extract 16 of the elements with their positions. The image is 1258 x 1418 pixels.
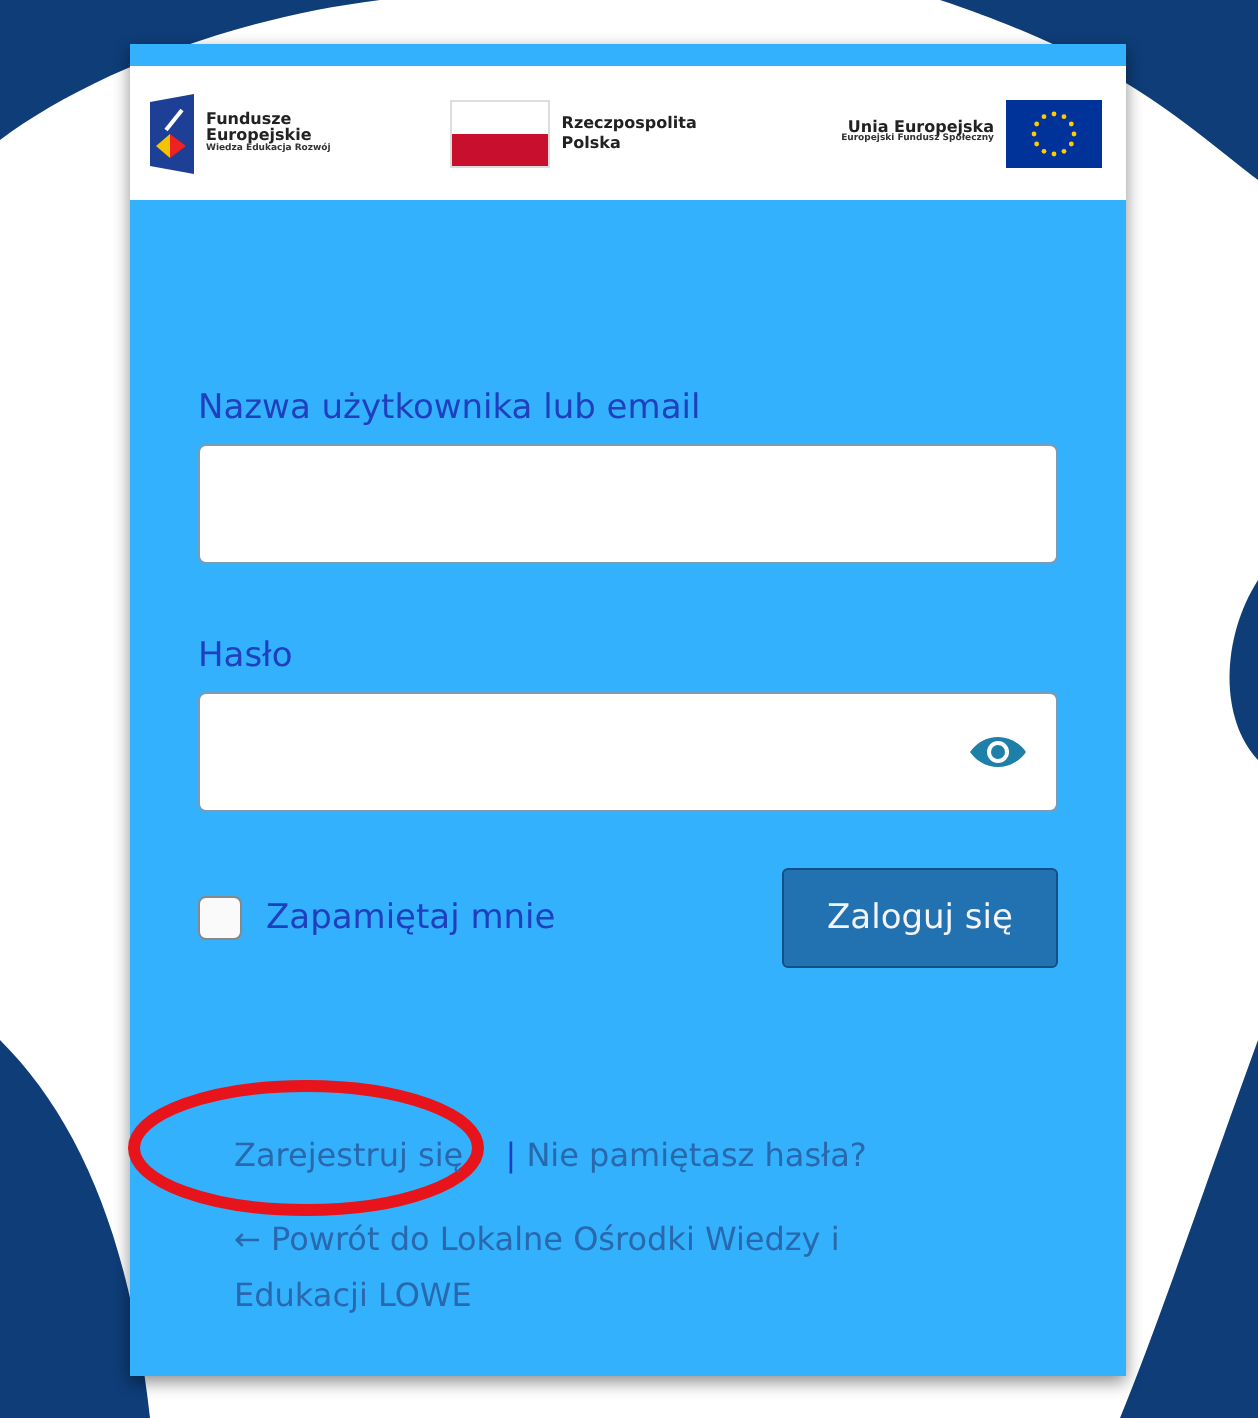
separator: | bbox=[505, 1136, 517, 1174]
country-logo-text: Rzeczpospolita Polska bbox=[561, 114, 699, 152]
checkbox-label: Zapamiętaj mnie bbox=[266, 898, 556, 938]
back-link[interactable]: ← Powrót do Lokalne Ośrodki Wiedzy i Edukacji LOWE bbox=[234, 1212, 954, 1324]
remember-checkbox[interactable] bbox=[198, 896, 242, 940]
eye-icon[interactable] bbox=[968, 732, 1028, 772]
field-label: Hasło bbox=[198, 636, 295, 676]
username-field[interactable] bbox=[198, 444, 1058, 564]
field-label: Nazwa użytkownika lub email bbox=[198, 388, 703, 428]
eu-flag-icon bbox=[1006, 99, 1102, 167]
lost-password-link[interactable]: Nie pamiętasz hasła? bbox=[526, 1136, 867, 1174]
flag-icon bbox=[449, 99, 550, 167]
funds-logo-icon bbox=[150, 93, 194, 173]
login-button[interactable]: Zaloguj się bbox=[782, 868, 1058, 968]
register-link[interactable]: Zarejestruj się bbox=[234, 1136, 464, 1174]
password-field[interactable] bbox=[198, 692, 1058, 812]
